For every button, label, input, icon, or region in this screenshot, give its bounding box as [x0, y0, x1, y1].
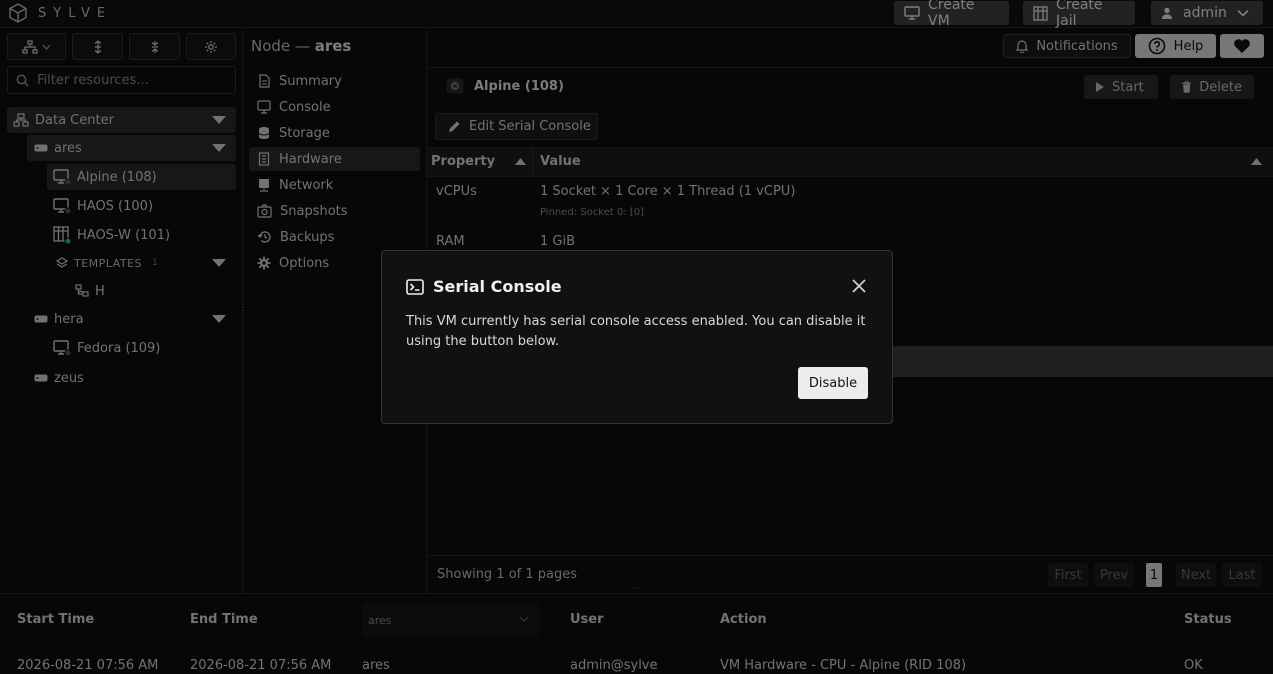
dialog-message: This VM currently has serial console acc…	[406, 314, 866, 349]
dialog-title: Serial Console	[406, 277, 562, 296]
close-icon[interactable]	[850, 277, 868, 295]
terminal-icon	[406, 278, 424, 295]
serial-console-dialog: Serial Console This VM currently has ser…	[381, 250, 893, 424]
disable-button[interactable]: Disable	[798, 367, 868, 399]
dialog-title-label: Serial Console	[433, 277, 562, 296]
